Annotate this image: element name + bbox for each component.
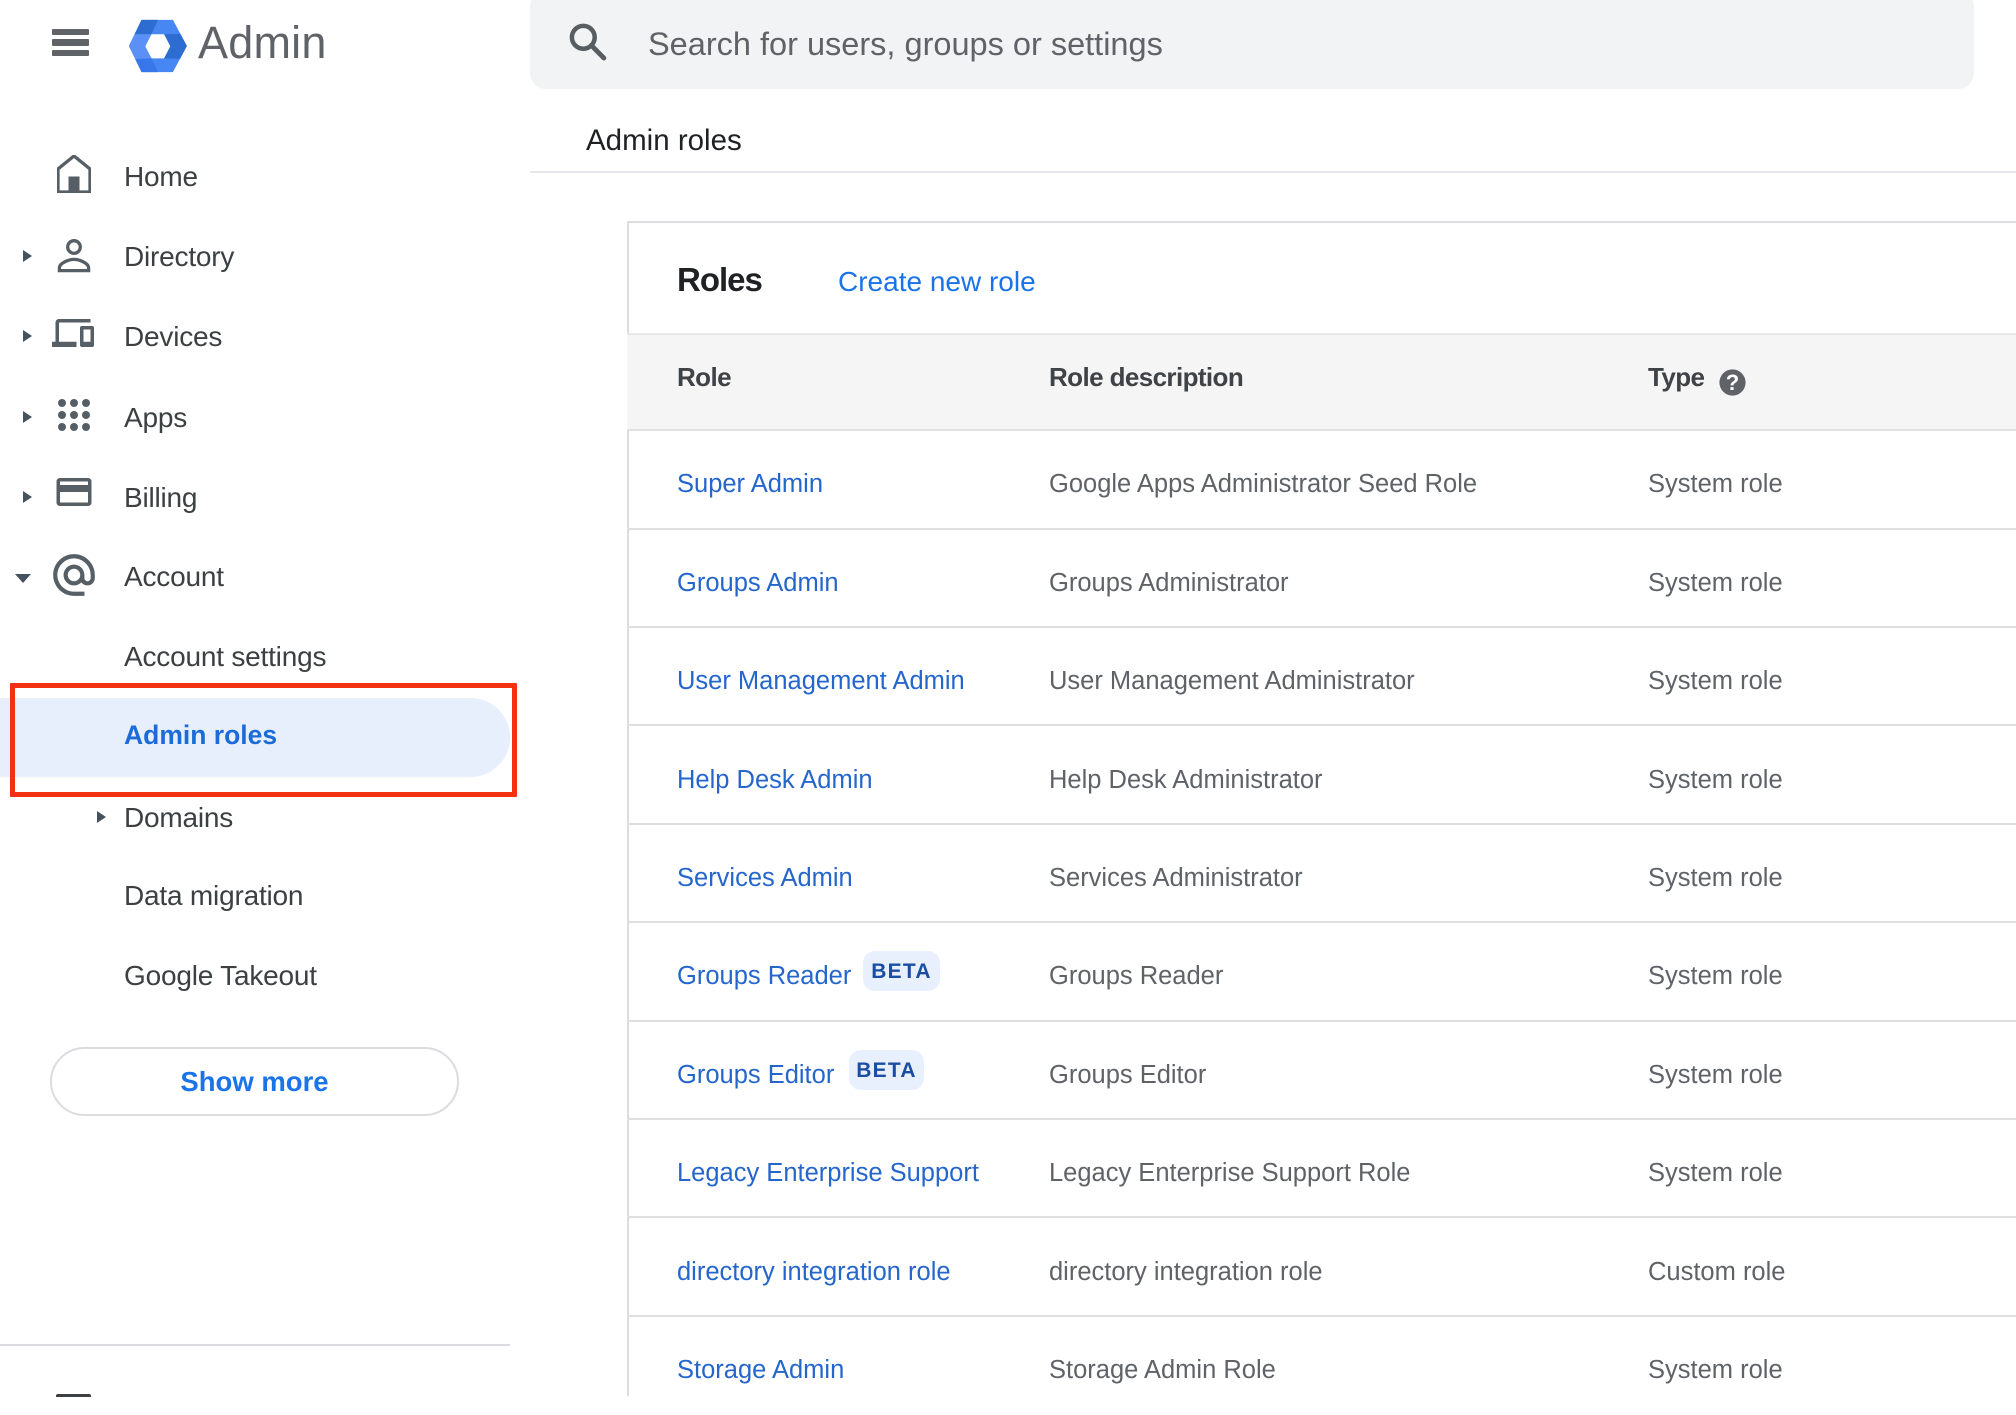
svg-text:?: ?	[1726, 370, 1739, 395]
